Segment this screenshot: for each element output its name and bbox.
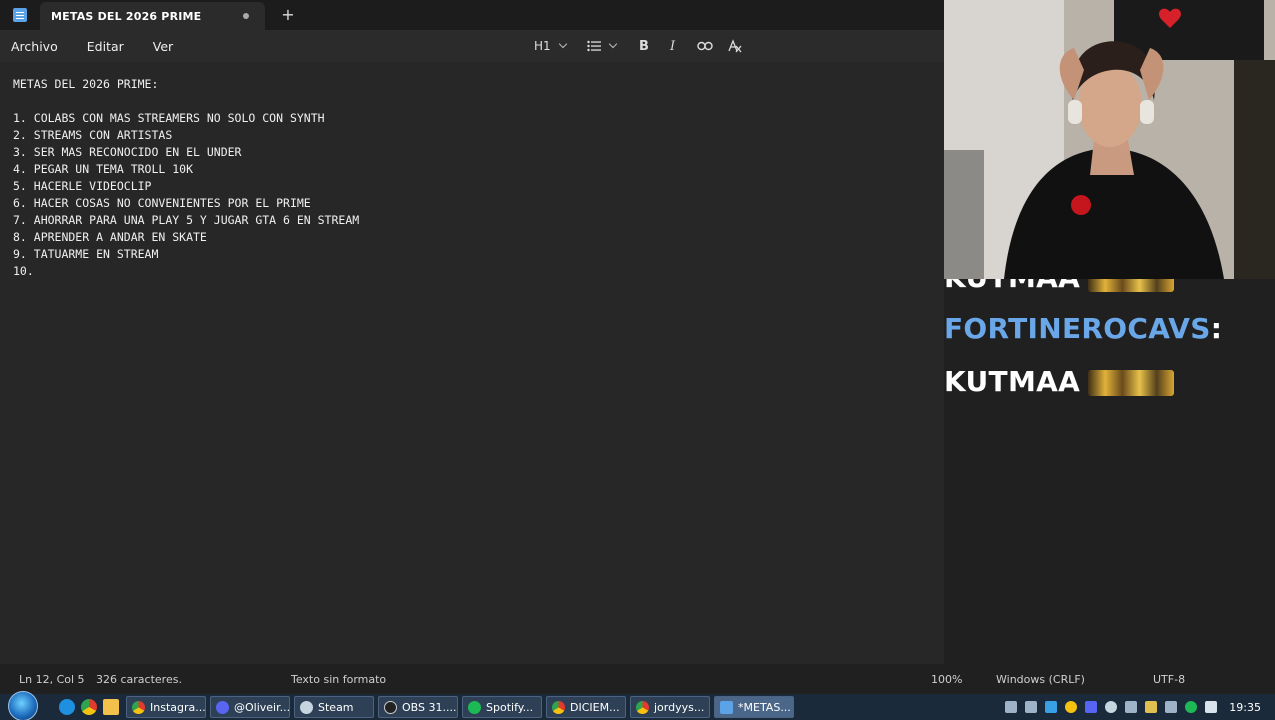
clock[interactable]: 19:35 bbox=[1229, 701, 1261, 714]
document-line: 4. PEGAR UN TEMA TROLL 10K bbox=[13, 162, 194, 176]
taskbar-item-discord[interactable]: @Oliveir... bbox=[210, 696, 290, 718]
chrome-icon bbox=[636, 700, 649, 714]
heading-label: H1 bbox=[534, 39, 551, 53]
windows-logo-icon bbox=[8, 691, 38, 720]
taskbar-item-label: DICIEM... bbox=[570, 700, 620, 714]
tray-icon[interactable] bbox=[1145, 701, 1158, 713]
link-button[interactable] bbox=[697, 30, 713, 62]
document-line: 8. APRENDER A ANDAR EN SKATE bbox=[13, 230, 207, 244]
tray-icon[interactable] bbox=[1125, 701, 1138, 713]
tab-title: METAS DEL 2026 PRIME bbox=[51, 9, 202, 23]
chrome-icon[interactable] bbox=[1065, 701, 1078, 713]
text-editor[interactable]: METAS DEL 2026 PRIME: 1. COLABS CON MAS … bbox=[0, 62, 944, 664]
document-line: 6. HACER COSAS NO CONVENIENTES POR EL PR… bbox=[13, 196, 311, 210]
cursor-position: Ln 12, Col 5 bbox=[19, 673, 85, 686]
chat-username: FORTINEROCAVS bbox=[944, 312, 1211, 345]
taskbar-item-label: jordyys... bbox=[654, 700, 705, 714]
stream-chat-overlay: KUTMAA FORTINEROCAVS: KUTMAA bbox=[944, 279, 1275, 664]
screen: METAS DEL 2026 PRIME + Archivo Editar Ve… bbox=[0, 0, 1275, 720]
taskbar-item-label: Spotify... bbox=[486, 700, 534, 714]
system-tray: 19:35 bbox=[1001, 694, 1275, 720]
chat-message: KUTMAA bbox=[944, 365, 1175, 398]
line-endings[interactable]: Windows (CRLF) bbox=[996, 673, 1085, 686]
list-dropdown[interactable] bbox=[587, 30, 618, 62]
notepad-icon bbox=[13, 8, 27, 22]
document-line: METAS DEL 2026 PRIME: bbox=[13, 77, 159, 91]
minion-emote-icon bbox=[1088, 370, 1175, 396]
tray-icon[interactable] bbox=[1165, 701, 1178, 713]
taskbar-item-steam[interactable]: Steam bbox=[294, 696, 374, 718]
document-line: 3. SER MAS RECONOCIDO EN EL UNDER bbox=[13, 145, 242, 159]
discord-icon bbox=[216, 700, 229, 714]
chat-colon: : bbox=[1210, 312, 1223, 345]
chevron-down-icon bbox=[558, 39, 567, 49]
start-button[interactable] bbox=[0, 691, 46, 720]
text-format[interactable]: Texto sin formato bbox=[291, 673, 386, 686]
taskbar-item-chrome-diciem[interactable]: DICIEM... bbox=[546, 696, 626, 718]
chat-username-line: FORTINEROCAVS: bbox=[944, 312, 1222, 345]
chat-message-text: KUTMAA bbox=[944, 365, 1081, 398]
taskbar-item-obs[interactable]: OBS 31.... bbox=[378, 696, 458, 718]
settings-icon[interactable] bbox=[1005, 701, 1018, 713]
volume-icon[interactable] bbox=[1205, 701, 1218, 713]
obs-icon bbox=[384, 700, 397, 714]
title-bar: METAS DEL 2026 PRIME + bbox=[0, 0, 944, 30]
chrome-icon bbox=[552, 700, 565, 714]
steam-icon bbox=[300, 700, 313, 714]
document-line: 1. COLABS CON MAS STREAMERS NO SOLO CON … bbox=[13, 111, 325, 125]
menu-editar[interactable]: Editar bbox=[87, 39, 124, 54]
notepad-icon bbox=[720, 700, 733, 714]
menu-ver[interactable]: Ver bbox=[153, 39, 173, 54]
edge-icon[interactable] bbox=[59, 699, 75, 715]
steam-icon[interactable] bbox=[1105, 701, 1118, 713]
document-tab[interactable]: METAS DEL 2026 PRIME bbox=[40, 2, 265, 30]
encoding[interactable]: UTF-8 bbox=[1153, 673, 1185, 686]
taskbar-item-chrome-jordyys[interactable]: jordyys... bbox=[630, 696, 710, 718]
document-line: 5. HACERLE VIDEOCLIP bbox=[13, 179, 152, 193]
taskbar: Instagra... @Oliveir... Steam OBS 31....… bbox=[0, 691, 1275, 720]
bold-button[interactable]: B bbox=[639, 30, 649, 62]
chrome-icon bbox=[132, 700, 145, 714]
app-tray-icon[interactable] bbox=[1045, 701, 1058, 713]
list-icon bbox=[587, 40, 601, 52]
minion-emote-icon bbox=[1088, 279, 1175, 292]
heading-dropdown[interactable]: H1 bbox=[534, 30, 567, 62]
unsaved-dot-icon[interactable] bbox=[243, 13, 249, 19]
document-line: 7. AHORRAR PARA UNA PLAY 5 Y JUGAR GTA 6… bbox=[13, 213, 360, 227]
folder-icon[interactable] bbox=[103, 699, 119, 715]
menu-bar: Archivo Editar Ver H1 B I bbox=[0, 30, 944, 62]
taskbar-item-label: Instagra... bbox=[150, 700, 206, 714]
chat-message-text: KUTMAA bbox=[944, 279, 1080, 294]
taskbar-item-label: @Oliveir... bbox=[234, 700, 290, 714]
webcam-image bbox=[944, 0, 1275, 279]
clear-formatting-icon bbox=[728, 39, 742, 53]
taskbar-item-label: Steam bbox=[318, 700, 354, 714]
discord-icon[interactable] bbox=[1085, 701, 1098, 713]
taskbar-item-notepad[interactable]: *METAS... bbox=[714, 696, 794, 718]
document-line: 2. STREAMS CON ARTISTAS bbox=[13, 128, 173, 142]
chrome-icon[interactable] bbox=[81, 699, 97, 715]
zoom-level[interactable]: 100% bbox=[931, 673, 962, 686]
webcam-feed bbox=[944, 0, 1275, 279]
character-count: 326 caracteres. bbox=[96, 673, 182, 686]
document-line: 10. bbox=[13, 264, 34, 278]
italic-button[interactable]: I bbox=[670, 30, 675, 62]
status-bar: Ln 12, Col 5 326 caracteres. Texto sin f… bbox=[0, 664, 1275, 694]
chevron-down-icon bbox=[608, 39, 618, 49]
document-line: 9. TATUARME EN STREAM bbox=[13, 247, 159, 261]
spotify-icon bbox=[468, 700, 481, 714]
taskbar-item-label: OBS 31.... bbox=[402, 700, 457, 714]
taskbar-item-label: *METAS... bbox=[738, 700, 791, 714]
link-icon bbox=[697, 41, 713, 51]
spotify-icon[interactable] bbox=[1185, 701, 1198, 713]
new-tab-button[interactable]: + bbox=[280, 5, 296, 24]
clear-formatting-button[interactable] bbox=[728, 30, 742, 62]
taskbar-item-instagram[interactable]: Instagra... bbox=[126, 696, 206, 718]
menu-archivo[interactable]: Archivo bbox=[11, 39, 58, 54]
taskbar-item-spotify[interactable]: Spotify... bbox=[462, 696, 542, 718]
network-icon[interactable] bbox=[1025, 701, 1038, 713]
chat-message-partial: KUTMAA bbox=[944, 279, 1175, 294]
